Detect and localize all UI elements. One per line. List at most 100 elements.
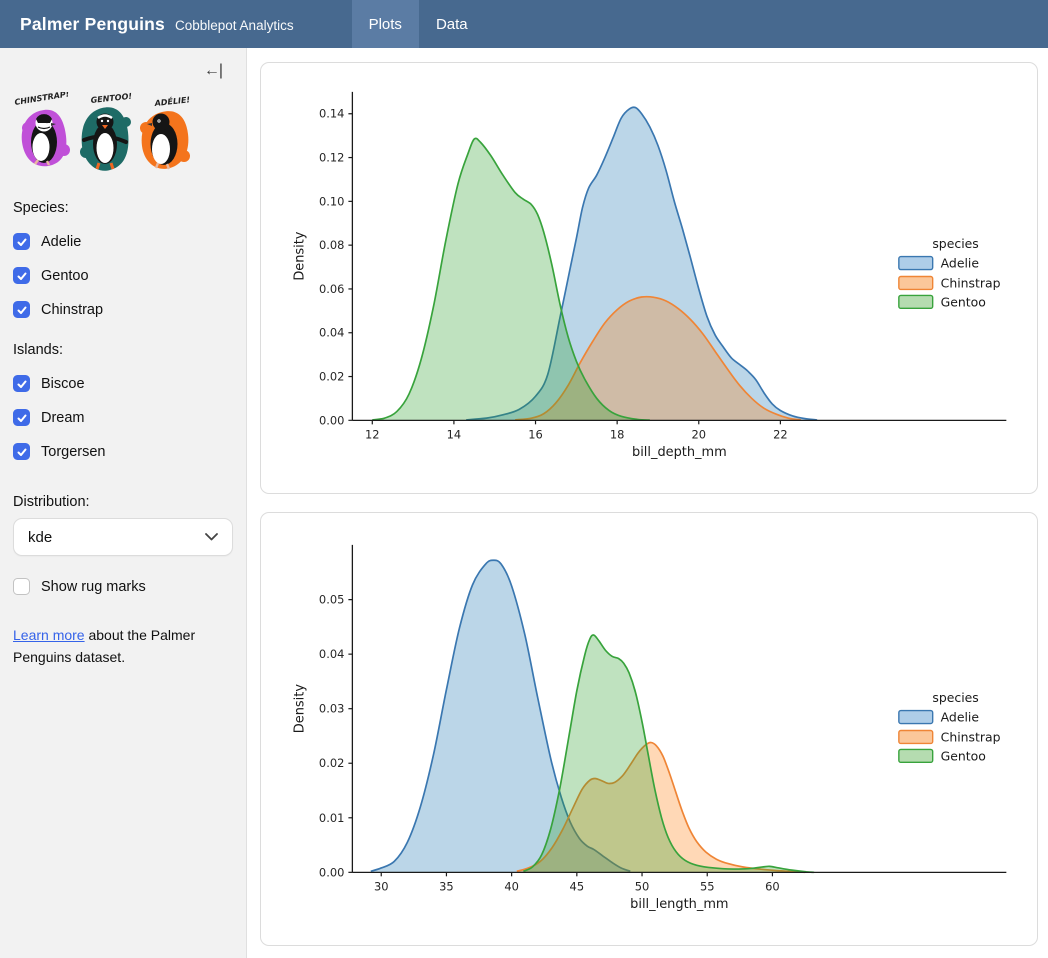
y-tick-label: 0.05: [319, 593, 344, 607]
legend-patch-gentoo: [899, 749, 933, 762]
x-axis-label: bill_length_mm: [630, 897, 728, 912]
y-tick-label: 0.10: [319, 194, 344, 208]
y-tick-label: 0.12: [319, 151, 344, 165]
y-axis-label: Density: [293, 231, 308, 280]
y-tick-label: 0.03: [319, 702, 344, 716]
logo-label-chinstrap: CHINSTRAP!: [14, 92, 70, 107]
checkbox-row-biscoe[interactable]: Biscoe: [13, 375, 233, 392]
y-tick-label: 0.00: [319, 865, 344, 879]
x-tick-label: 12: [365, 427, 380, 441]
content: ←| CHINSTRAP!: [0, 48, 1048, 958]
y-tick-label: 0.00: [319, 413, 344, 427]
legend-label-gentoo: Gentoo: [941, 748, 986, 763]
checkbox-row-chinstrap[interactable]: Chinstrap: [13, 301, 233, 318]
main-panel: 12 14 16 18 20 22 0.00 0.02 0.04 0.06 0.08 0.10 0.12…: [247, 48, 1048, 958]
y-tick-label: 0.04: [319, 326, 344, 340]
y-tick-label: 0.01: [319, 811, 344, 825]
torgersen-checkbox-label: Torgersen: [41, 444, 105, 460]
logo-label-adelie: ADÉLIE!: [153, 93, 191, 108]
check-icon: [16, 236, 28, 248]
x-tick-label: 30: [374, 879, 389, 893]
islands-group-label: Islands:: [13, 342, 233, 358]
chinstrap-checkbox-label: Chinstrap: [41, 302, 103, 318]
legend-patch-gentoo: [899, 295, 933, 308]
legend-patch-adelie: [899, 257, 933, 270]
app-subtitle: Cobblepot Analytics: [175, 18, 294, 33]
rug-marks-checkbox[interactable]: [13, 578, 30, 595]
checkbox-row-adelie[interactable]: Adelie: [13, 233, 233, 250]
tab-data[interactable]: Data: [419, 0, 485, 48]
x-tick-label: 60: [765, 879, 780, 893]
sidebar-collapse-icon[interactable]: ←|: [204, 62, 222, 80]
chinstrap-penguin-art: CHINSTRAP!: [14, 92, 70, 166]
dream-checkbox-label: Dream: [41, 410, 85, 426]
app-title: Palmer Penguins: [20, 14, 165, 35]
legend-label-adelie: Adelie: [941, 256, 979, 271]
x-tick-label: 16: [528, 427, 543, 441]
adelie-checkbox[interactable]: [13, 233, 30, 250]
app-header: Palmer Penguins Cobblepot Analytics Plot…: [0, 0, 1048, 48]
y-tick-label: 0.06: [319, 282, 344, 296]
checkbox-row-gentoo[interactable]: Gentoo: [13, 267, 233, 284]
gentoo-checkbox-label: Gentoo: [41, 268, 89, 284]
kde-chart-bill-length: 303540455055600.000.010.020.030.040.05bi…: [261, 513, 1037, 945]
distribution-label: Distribution:: [13, 494, 233, 510]
gentoo-penguin-art: GENTOO!: [80, 92, 133, 171]
penguins-logo-image: CHINSTRAP! GENTOO!: [14, 92, 196, 176]
nav-tabs: Plots Data: [352, 0, 485, 48]
logo-label-gentoo: GENTOO!: [90, 92, 132, 105]
x-tick-label: 20: [691, 427, 706, 441]
checkbox-row-rug-marks[interactable]: Show rug marks: [13, 578, 233, 595]
y-tick-label: 0.02: [319, 370, 344, 384]
learn-more-text: Learn more about the Palmer Penguins dat…: [13, 625, 233, 668]
x-tick-label: 55: [700, 879, 715, 893]
x-tick-label: 50: [635, 879, 650, 893]
y-tick-label: 0.14: [319, 107, 344, 121]
legend-patch-chinstrap: [899, 277, 933, 290]
checkbox-row-dream[interactable]: Dream: [13, 409, 233, 426]
legend-label-adelie: Adelie: [941, 710, 979, 725]
x-tick-label: 45: [570, 879, 585, 893]
tab-plots[interactable]: Plots: [352, 0, 419, 48]
torgersen-checkbox[interactable]: [13, 443, 30, 460]
biscoe-checkbox-label: Biscoe: [41, 376, 85, 392]
plot-card-bill-length: 303540455055600.000.010.020.030.040.05bi…: [260, 512, 1038, 946]
legend-title: species: [932, 236, 978, 251]
sidebar: ←| CHINSTRAP!: [0, 48, 247, 958]
chinstrap-checkbox[interactable]: [13, 301, 30, 318]
legend-patch-chinstrap: [899, 730, 933, 743]
brand: Palmer Penguins Cobblepot Analytics: [20, 14, 294, 35]
y-tick-label: 0.02: [319, 756, 344, 770]
legend-label-chinstrap: Chinstrap: [941, 729, 1001, 744]
chevron-down-icon: [205, 533, 218, 541]
checkbox-row-torgersen[interactable]: Torgersen: [13, 443, 233, 460]
x-tick-label: 14: [447, 427, 462, 441]
check-icon: [16, 378, 28, 390]
check-icon: [16, 412, 28, 424]
legend-label-chinstrap: Chinstrap: [941, 275, 1001, 290]
adelie-penguin-art: ADÉLIE!: [140, 93, 191, 169]
x-tick-label: 18: [610, 427, 625, 441]
x-tick-label: 40: [504, 879, 519, 893]
check-icon: [16, 446, 28, 458]
check-icon: [16, 270, 28, 282]
distribution-select[interactable]: kde: [13, 518, 233, 556]
adelie-checkbox-label: Adelie: [41, 234, 81, 250]
gentoo-checkbox[interactable]: [13, 267, 30, 284]
legend-title: species: [932, 690, 978, 705]
biscoe-checkbox[interactable]: [13, 375, 30, 392]
dream-checkbox[interactable]: [13, 409, 30, 426]
x-axis-label: bill_depth_mm: [632, 445, 727, 460]
legend-patch-adelie: [899, 711, 933, 724]
kde-chart-bill-depth: 12 14 16 18 20 22 0.00 0.02 0.04 0.06 0.08 0.10 0.12…: [261, 63, 1037, 493]
x-tick-label: 22: [773, 427, 788, 441]
legend-label-gentoo: Gentoo: [941, 294, 986, 309]
rug-marks-label: Show rug marks: [41, 579, 146, 595]
plot-card-bill-depth: 12 14 16 18 20 22 0.00 0.02 0.04 0.06 0.08 0.10 0.12…: [260, 62, 1038, 494]
check-icon: [16, 304, 28, 316]
species-group-label: Species:: [13, 200, 233, 216]
learn-more-link[interactable]: Learn more: [13, 627, 85, 643]
y-tick-label: 0.08: [319, 238, 344, 252]
y-tick-label: 0.04: [319, 647, 344, 661]
y-axis-label: Density: [293, 684, 308, 734]
